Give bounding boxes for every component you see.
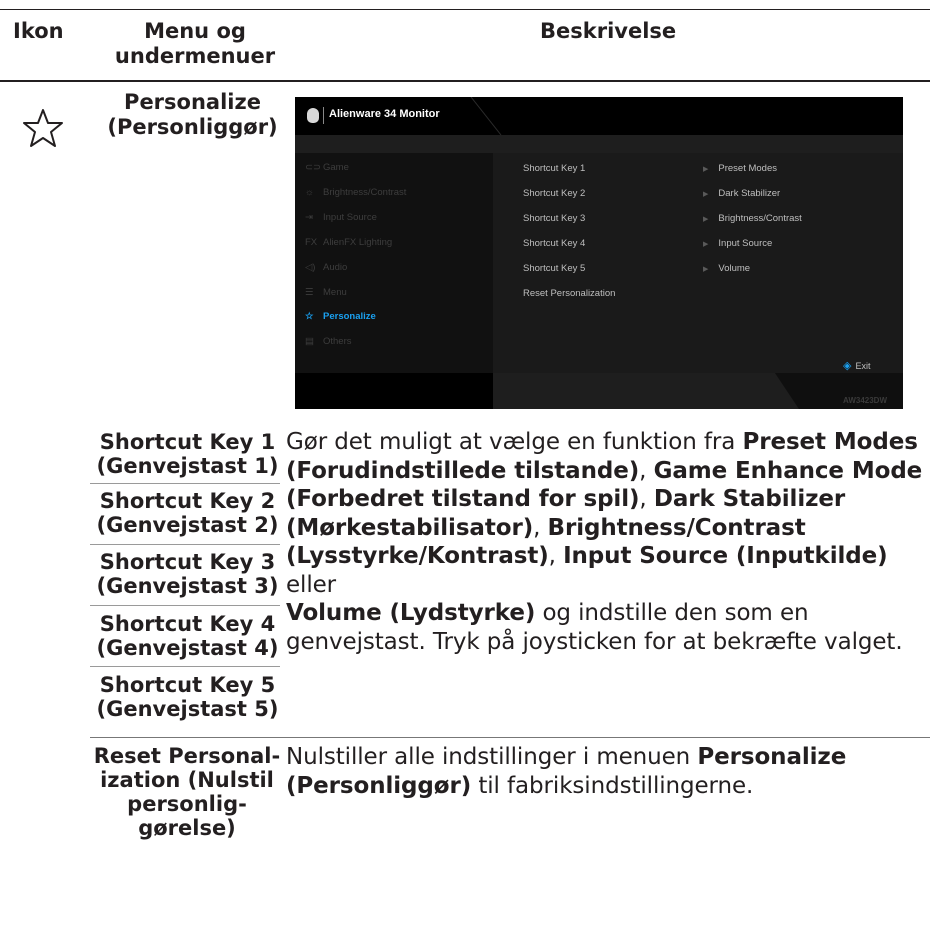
osd-menu-alienfx[interactable]: FX AlienFX Lighting [305, 237, 392, 248]
table-top-rule [0, 9, 930, 10]
osd-shortcut-key-5[interactable]: Shortcut Key 5 [523, 263, 585, 274]
osd-value-3: ▶ Brightness/Contrast [703, 213, 802, 224]
shortcut-key-3-label: Shortcut Key 3 (Genvejstast 3) [96, 550, 279, 598]
osd-screenshot: Alienware 34 Monitor ⊂⊃ Game ☼ Brightness/… [295, 97, 903, 409]
shortcut-key-4-label: Shortcut Key 4 (Genvejstast 4) [96, 612, 279, 660]
osd-value-4: ▶ Input Source [703, 238, 773, 249]
menu-icon: ☰ [305, 287, 314, 298]
osd-shortcut-key-1[interactable]: Shortcut Key 1 [523, 163, 585, 174]
header-ikon: Ikon [13, 19, 64, 43]
header-beskrivelse: Beskrivelse [540, 19, 677, 43]
speaker-icon: ◁) [305, 262, 316, 273]
gamepad-icon: ⊂⊃ [305, 162, 321, 173]
triangle-right-icon: ▶ [703, 266, 709, 273]
shortcut-key-1-label: Shortcut Key 1 (Genvejstast 1) [96, 430, 279, 478]
osd-menu-menu[interactable]: ☰ Menu [305, 287, 347, 298]
triangle-right-icon: ▶ [703, 241, 709, 248]
osd-value-1: ▶ Preset Modes [703, 163, 778, 174]
personalize-label: Personalize (Personliggør) [107, 90, 278, 139]
shortcut-description: Gør det muligt at vælge en funktion fra … [286, 429, 923, 655]
triangle-right-icon: ▶ [703, 191, 709, 198]
input-source-icon: ⇥ [305, 212, 313, 223]
header-menu: Menu og undermenuer [114, 19, 276, 68]
osd-exit[interactable]: ◈ Exit [843, 359, 870, 372]
osd-menu-personalize[interactable]: ☆ Personalize [305, 311, 376, 322]
triangle-right-icon: ▶ [703, 166, 709, 173]
others-icon: ▤ [305, 336, 314, 347]
osd-shortcut-key-4[interactable]: Shortcut Key 4 [523, 238, 585, 249]
osd-menu-game[interactable]: ⊂⊃ Game [305, 162, 349, 173]
osd-menu-brightness[interactable]: ☼ Brightness/Contrast [305, 187, 406, 198]
osd-value-5: ▶ Volume [703, 263, 751, 274]
osd-menu-input-source[interactable]: ⇥ Input Source [305, 212, 377, 223]
shortcut-key-5-label: Shortcut Key 5 (Genvejstast 5) [96, 673, 279, 721]
star-icon [22, 108, 64, 152]
osd-menu-audio[interactable]: ◁) Audio [305, 262, 347, 273]
brightness-icon: ☼ [305, 187, 314, 198]
osd-reset-personalization[interactable]: Reset Personalization [523, 288, 615, 299]
reset-description: Nulstiller alle indstillinger i menuen P… [286, 744, 847, 799]
reset-personalization-label: Reset Personal- ization (Nulstil personl… [93, 744, 281, 840]
osd-title: Alienware 34 Monitor [329, 108, 440, 120]
alienware-logo-icon [307, 108, 319, 123]
osd-model: AW3423DW [843, 396, 888, 405]
star-icon: ☆ [305, 311, 314, 322]
shortcut-key-2-label: Shortcut Key 2 (Genvejstast 2) [96, 489, 279, 537]
osd-shortcut-key-3[interactable]: Shortcut Key 3 [523, 213, 585, 224]
osd-shortcut-key-2[interactable]: Shortcut Key 2 [523, 188, 585, 199]
triangle-right-icon: ▶ [703, 216, 709, 223]
joystick-icon: ◈ [843, 360, 852, 372]
osd-menu-others[interactable]: ▤ Others [305, 336, 352, 347]
osd-value-2: ▶ Dark Stabilizer [703, 188, 781, 199]
fx-icon: FX [305, 237, 318, 248]
header-rule [0, 80, 930, 82]
